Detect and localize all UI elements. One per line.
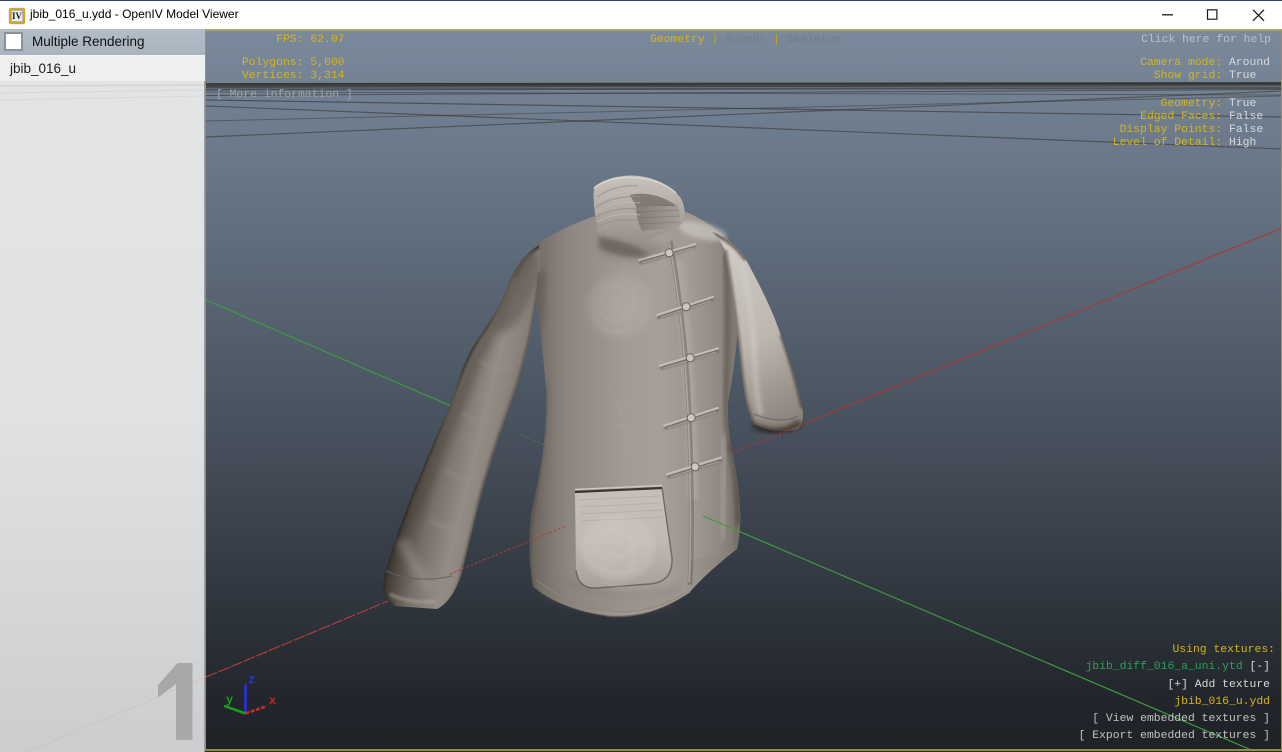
svg-text:y: y [226, 693, 233, 707]
svg-text:z: z [248, 673, 255, 687]
svg-text:x: x [269, 694, 276, 708]
